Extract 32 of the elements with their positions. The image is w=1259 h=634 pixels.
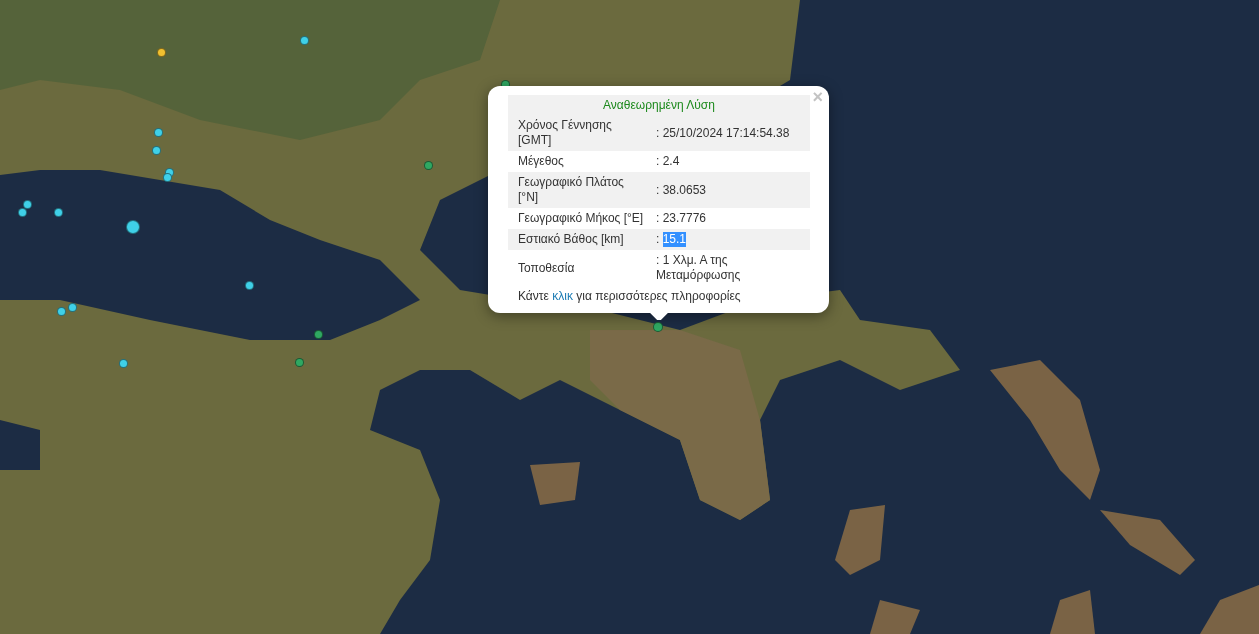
- earthquake-marker[interactable]: [67, 302, 77, 312]
- field-value: : 2.4: [656, 154, 680, 169]
- earthquake-marker[interactable]: [423, 160, 433, 170]
- earthquake-marker[interactable]: [653, 322, 663, 332]
- earthquake-marker[interactable]: [22, 199, 32, 209]
- selected-text: 15.1: [662, 232, 687, 247]
- more-info-link[interactable]: κλικ: [552, 289, 573, 303]
- field-value: :: [656, 232, 661, 247]
- field-label: Εστιακό Βάθος [km]: [518, 232, 624, 247]
- field-label: Τοποθεσία: [518, 260, 575, 276]
- field-value: : 23.7776: [656, 211, 707, 226]
- earthquake-marker[interactable]: [313, 329, 323, 339]
- earthquake-marker[interactable]: [153, 127, 163, 137]
- earthquake-marker[interactable]: [299, 35, 309, 45]
- field-value: : 25/10/2024 17:14:54.38: [656, 125, 790, 141]
- info-text: Κάντε κλικ για περισσότερες πληροφορίες: [517, 288, 742, 305]
- earthquake-marker[interactable]: [244, 280, 254, 290]
- field-label: Χρόνος Γέννησης [GMT]: [518, 118, 613, 148]
- earthquake-marker[interactable]: [162, 172, 172, 182]
- earthquake-marker[interactable]: [156, 47, 166, 57]
- field-label: Μέγεθος: [518, 154, 564, 169]
- field-value: : 1 Χλμ. Α της Μεταμόρφωσης: [656, 253, 742, 283]
- earthquake-marker[interactable]: [53, 207, 63, 217]
- earthquake-marker[interactable]: [17, 207, 27, 217]
- earthquake-marker[interactable]: [294, 357, 304, 367]
- earthquake-marker[interactable]: [151, 145, 161, 155]
- earthquake-marker[interactable]: [56, 306, 66, 316]
- field-value: : 38.0653: [656, 182, 707, 198]
- earthquake-marker[interactable]: [118, 358, 128, 368]
- field-label: Γεωγραφικό Μήκος [°E]: [518, 211, 644, 226]
- popup-title: Αναθεωρημένη Λύση: [508, 95, 810, 115]
- field-label: Γεωγραφικό Πλάτος [°N]: [518, 175, 625, 205]
